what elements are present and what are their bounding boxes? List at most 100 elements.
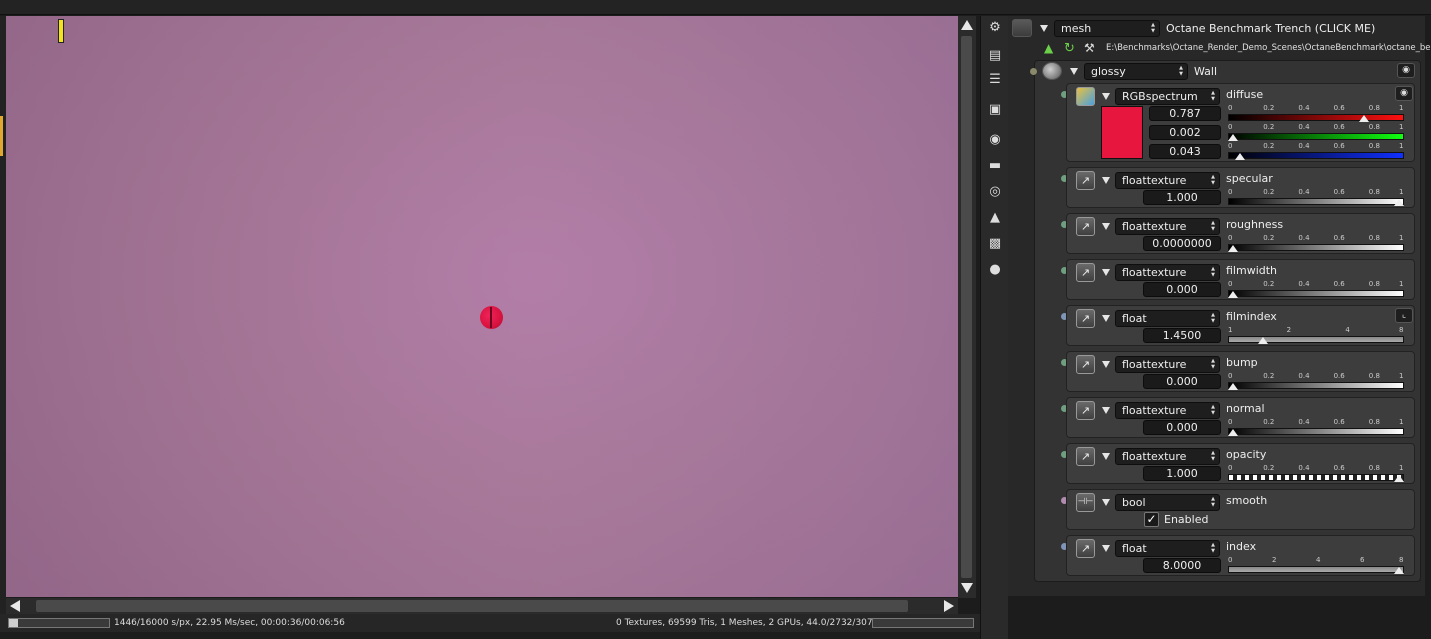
normal-value[interactable]: 0.000 <box>1143 420 1221 435</box>
object-name[interactable]: Octane Benchmark Trench (CLICK ME) <box>1166 22 1375 35</box>
scroll-right-icon[interactable] <box>944 600 954 612</box>
slider-handle[interactable] <box>1228 134 1239 141</box>
slider-handle[interactable] <box>1394 567 1404 574</box>
slider-handle[interactable] <box>1228 429 1238 436</box>
expand-diffuse-icon[interactable] <box>1102 93 1110 100</box>
material-slot-icon[interactable] <box>1012 19 1032 37</box>
scroll-left-icon[interactable] <box>10 600 20 612</box>
expand-smooth-icon[interactable] <box>1102 499 1110 506</box>
slider-track[interactable] <box>1228 474 1404 481</box>
normal-type-select[interactable]: floattexture <box>1115 402 1220 419</box>
roughness-value[interactable]: 0.0000000 <box>1143 236 1221 251</box>
slider-track[interactable] <box>1228 133 1404 140</box>
material-name[interactable]: Wall <box>1194 65 1217 78</box>
expand-material-icon[interactable] <box>1070 67 1078 75</box>
filmindex-type-icon[interactable]: ↗ <box>1076 309 1095 328</box>
filmindex-type-select[interactable]: float <box>1115 310 1220 327</box>
diffuse-type-select[interactable]: RGBspectrum <box>1115 88 1220 105</box>
filmwidth-type-select[interactable]: floattexture <box>1115 264 1220 281</box>
filmwidth-value[interactable]: 0.000 <box>1143 282 1221 297</box>
slider-handle[interactable] <box>1394 199 1404 206</box>
slider-handle[interactable] <box>1358 115 1369 122</box>
slider-track[interactable] <box>1228 114 1404 121</box>
image-icon[interactable]: ▣ <box>987 102 1003 118</box>
scroll-down-icon[interactable] <box>961 583 973 593</box>
render-region-marker[interactable] <box>58 19 64 43</box>
expand-mesh-icon[interactable] <box>1040 24 1048 32</box>
slider-track[interactable] <box>1228 198 1404 205</box>
wrench-icon[interactable]: ⚒ <box>1084 41 1100 55</box>
object-type-select[interactable]: mesh <box>1054 19 1160 37</box>
slider-track[interactable] <box>1228 290 1404 297</box>
slider-track[interactable] <box>1228 566 1404 573</box>
render-viewport[interactable] <box>6 16 958 597</box>
diffuse-green-value[interactable]: 0.002 <box>1149 125 1221 140</box>
material-socket[interactable] <box>1030 68 1037 75</box>
particles-icon[interactable]: ▩ <box>987 236 1003 252</box>
panorama-icon[interactable]: ▬ <box>987 158 1003 174</box>
index-type-icon[interactable]: ↗ <box>1076 539 1095 558</box>
expand-specular-icon[interactable] <box>1102 177 1110 184</box>
opacity-type-select[interactable]: floattexture <box>1115 448 1220 465</box>
material-visibility-icon[interactable]: ◉ <box>1397 63 1415 78</box>
slider-track[interactable] <box>1228 152 1404 159</box>
slider-handle[interactable] <box>1257 337 1268 344</box>
layers-icon[interactable]: ▤ <box>987 48 1003 64</box>
horizontal-scroll-thumb[interactable] <box>36 600 908 612</box>
index-type-select[interactable]: float <box>1115 540 1220 557</box>
smooth-checkbox[interactable]: ✓ <box>1144 512 1159 527</box>
slider-track[interactable] <box>1228 244 1404 251</box>
expand-opacity-icon[interactable] <box>1102 453 1110 460</box>
diffuse-red-value[interactable]: 0.787 <box>1149 106 1221 121</box>
reload-icon[interactable]: ↻ <box>1064 41 1082 56</box>
expand-index-icon[interactable] <box>1102 545 1110 552</box>
slider-handle[interactable] <box>1228 245 1238 252</box>
upload-icon[interactable]: ▲ <box>1044 41 1060 55</box>
camera-icon[interactable]: ◉ <box>987 132 1003 148</box>
diffuse-color-swatch[interactable] <box>1101 106 1143 159</box>
scroll-up-icon[interactable] <box>961 20 973 30</box>
bump-value[interactable]: 0.000 <box>1143 374 1221 389</box>
slider-track[interactable] <box>1228 336 1404 343</box>
expand-filmindex-icon[interactable] <box>1102 315 1110 322</box>
opacity-value[interactable]: 1.000 <box>1143 466 1221 481</box>
slider-handle[interactable] <box>1228 291 1238 298</box>
scene-icon[interactable]: ☰ <box>987 72 1003 88</box>
curve-icon[interactable]: ⌞ <box>1395 308 1413 323</box>
slider-track[interactable] <box>1228 382 1404 389</box>
world-icon[interactable]: ◎ <box>987 184 1003 200</box>
bump-type-icon[interactable]: ↗ <box>1076 355 1095 374</box>
diffuse-preview-icon[interactable]: ◉ <box>1395 86 1413 101</box>
smooth-type-select[interactable]: bool <box>1115 494 1220 511</box>
material-type-select[interactable]: glossy <box>1084 62 1188 80</box>
bool-type-icon[interactable]: ⊣⊢ <box>1076 493 1095 512</box>
slider-handle[interactable] <box>1235 153 1246 160</box>
filmindex-value[interactable]: 1.4500 <box>1143 328 1221 343</box>
slider-handle[interactable] <box>1394 475 1404 482</box>
rgb-texture-icon[interactable] <box>1076 87 1095 106</box>
roughness-type-select[interactable]: floattexture <box>1115 218 1220 235</box>
specular-type-icon[interactable]: ↗ <box>1076 171 1095 190</box>
render-icon[interactable]: ⚙ <box>987 20 1003 36</box>
viewport-horizontal-scrollbar[interactable] <box>6 598 958 614</box>
opacity-type-icon[interactable]: ↗ <box>1076 447 1095 466</box>
roughness-type-icon[interactable]: ↗ <box>1076 217 1095 236</box>
expand-roughness-icon[interactable] <box>1102 223 1110 230</box>
index-value[interactable]: 8.0000 <box>1143 558 1221 573</box>
specular-type-select[interactable]: floattexture <box>1115 172 1220 189</box>
bump-type-select[interactable]: floattexture <box>1115 356 1220 373</box>
viewport-vertical-scrollbar[interactable] <box>958 16 976 598</box>
material-icon[interactable]: ● <box>987 262 1003 278</box>
expand-normal-icon[interactable] <box>1102 407 1110 414</box>
texture-icon[interactable]: ▲ <box>987 210 1003 226</box>
filmwidth-type-icon[interactable]: ↗ <box>1076 263 1095 282</box>
specular-value[interactable]: 1.000 <box>1143 190 1221 205</box>
slider-handle[interactable] <box>1228 383 1238 390</box>
expand-bump-icon[interactable] <box>1102 361 1110 368</box>
expand-filmwidth-icon[interactable] <box>1102 269 1110 276</box>
normal-type-icon[interactable]: ↗ <box>1076 401 1095 420</box>
slider-track[interactable] <box>1228 428 1404 435</box>
mesh-file-path[interactable]: E:\Benchmarks\Octane_Render_Demo_Scenes\… <box>1106 43 1431 53</box>
vertical-scroll-thumb[interactable] <box>961 36 972 578</box>
diffuse-blue-value[interactable]: 0.043 <box>1149 144 1221 159</box>
